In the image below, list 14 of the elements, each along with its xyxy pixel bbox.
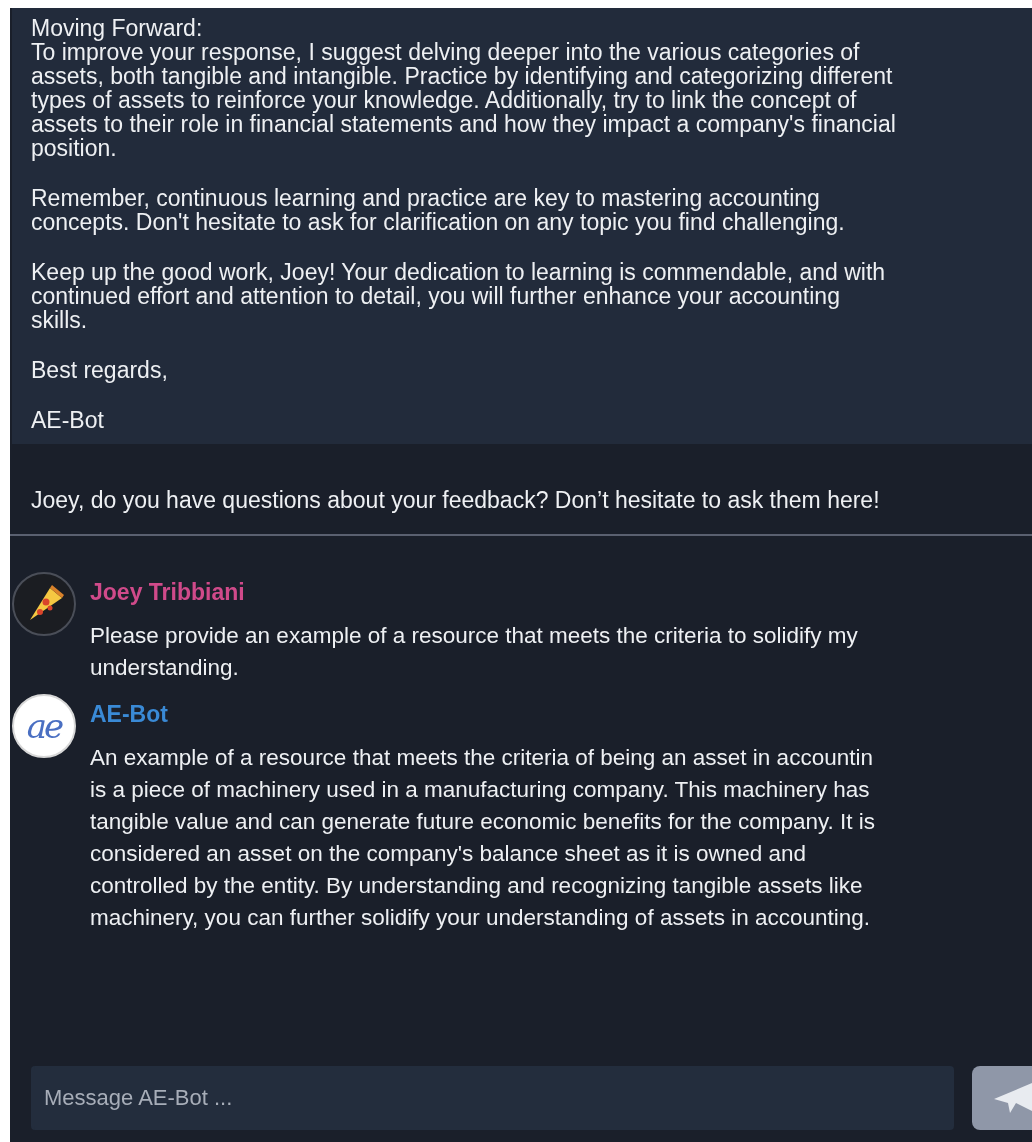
feedback-paragraph: AE-Bot (31, 408, 105, 432)
send-icon (992, 1081, 1032, 1115)
message-text: Please provide an example of a resource that meets the criteria to solidify my understanding. (90, 622, 858, 682)
prompt-text: Joey, do you have questions about your feedback? Don’t hesitate to ask them here! (30, 486, 881, 515)
message-input[interactable]: Message AE-Bot ... (31, 1066, 954, 1130)
feedback-paragraph: Moving Forward: To improve your response, I suggest delving deeper into the various categories of assets, both tangible and intangible. Practice by identifying and categorizing different types of assets to reinforce your knowledge. Additionally, try to link the concept of assets to their role in financial statements and how they impact a company's financial position. (31, 16, 897, 160)
feedback-paragraph: Remember, continuous learning and practice are key to mastering accounting concepts. Don't hesitate to ask for clarification on any topic you find challenging. (31, 186, 846, 234)
logo-text: ae (26, 706, 62, 746)
send-button[interactable] (972, 1066, 1032, 1130)
feedback-paragraph: Keep up the good work, Joey! Your dedication to learning is commendable, and with continued effort and attention to detail, you will further enhance your accounting skills. (31, 260, 887, 332)
message-text: An example of a resource that meets the criteria of being an asset in accountin is a piece of machinery used in a manufacturing company. This machinery has tangible value and can generate future economic benefits for the company. It is considered an asset on the company's balance sheet as it is owned and controlled by the entity. By understanding and recognizing tangible assets like machinery, you can further solidify your understanding of assets in accounting. (90, 744, 876, 932)
feedback-paragraph: Best regards, (31, 358, 169, 382)
author-name: AE-Bot (90, 700, 169, 728)
author-name: Joey Tribbiani (90, 578, 246, 606)
